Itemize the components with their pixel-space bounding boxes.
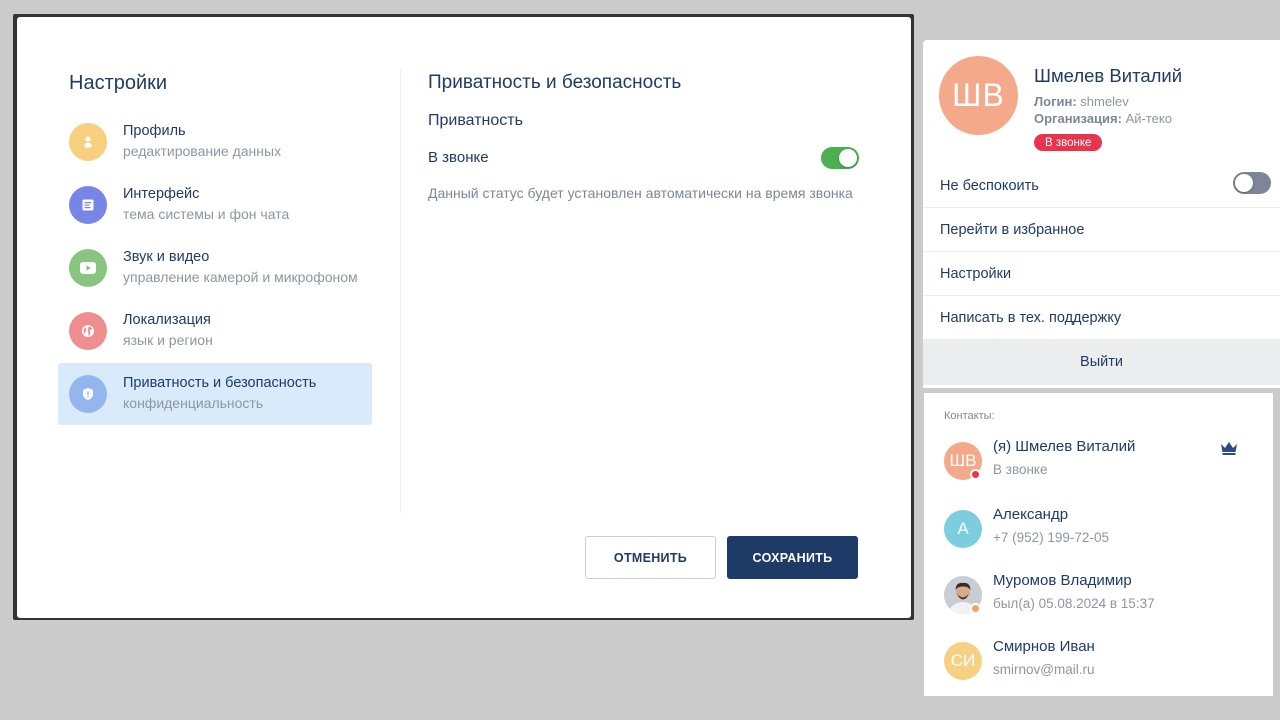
status-dot: [970, 469, 981, 480]
status-dot: [970, 603, 981, 614]
contacts-title: Контакты:: [944, 410, 995, 422]
avatar: ШВ: [939, 56, 1018, 135]
vertical-divider: [400, 69, 401, 513]
menu-item-label: Настройки: [940, 266, 1012, 282]
contacts-panel: Контакты: ШВ (я) Шмелев Виталий В звонке…: [924, 393, 1273, 696]
shield-icon: [69, 375, 107, 413]
toggle-knob: [1235, 174, 1253, 192]
nav-item-title: Интерфейс: [123, 186, 200, 202]
interface-icon: [69, 186, 107, 224]
menu-item-label: Написать в тех. поддержку: [940, 310, 1122, 326]
dialog-title: Настройки: [69, 72, 168, 94]
do-not-disturb-label: Не беспокоить: [940, 178, 1039, 194]
avatar: А: [944, 510, 982, 548]
organization-value: Ай-теко: [1125, 111, 1172, 126]
profile-name: Шмелев Виталий: [1034, 65, 1183, 86]
login-value: shmelev: [1080, 94, 1129, 109]
contact-name: (я) Шмелев Виталий: [993, 438, 1136, 455]
nav-item-interface[interactable]: Интерфейс тема системы и фон чата: [58, 174, 372, 236]
toggle-knob: [839, 149, 857, 167]
contact-item[interactable]: Муромов Владимир был(а) 05.08.2024 в 15:…: [924, 572, 1273, 632]
contact-name: Смирнов Иван: [993, 638, 1095, 655]
contact-phone: +7 (952) 199-72-05: [993, 530, 1109, 545]
nav-item-title: Звук и видео: [123, 249, 210, 265]
save-button[interactable]: СОХРАНИТЬ: [727, 536, 858, 579]
nav-item-subtitle: управление камерой и микрофоном: [123, 269, 358, 285]
contact-item[interactable]: ШВ (я) Шмелев Виталий В звонке: [924, 438, 1273, 498]
login-label: Логин:: [1034, 94, 1077, 109]
nav-item-sound-video[interactable]: Звук и видео управление камерой и микроф…: [58, 237, 372, 299]
in-call-option-label: В звонке: [428, 149, 489, 166]
contact-name: Муромов Владимир: [993, 572, 1132, 589]
section-subtitle: Приватность: [428, 112, 523, 129]
contact-item[interactable]: СИ Смирнов Иван smirnov@mail.ru: [924, 638, 1273, 698]
nav-item-title: Локализация: [123, 312, 211, 328]
nav-item-subtitle: тема системы и фон чата: [123, 206, 290, 222]
avatar: СИ: [944, 642, 982, 680]
menu-item-support[interactable]: Написать в тех. поддержку: [923, 295, 1280, 339]
organization-label: Организация:: [1034, 111, 1122, 126]
in-call-option-description: Данный статус будет установлен автоматич…: [428, 185, 853, 201]
cancel-button[interactable]: ОТМЕНИТЬ: [585, 536, 716, 579]
profile-panel: ШВ Шмелев Виталий Логин: shmelev Организ…: [923, 40, 1280, 388]
nav-item-subtitle: конфиденциальность: [123, 395, 264, 411]
nav-item-title: Профиль: [123, 123, 186, 139]
play-icon: [69, 249, 107, 287]
nav-item-title: Приватность и безопасность: [123, 375, 317, 391]
in-call-toggle[interactable]: [821, 147, 859, 169]
do-not-disturb-row: Не беспокоить: [923, 164, 1280, 208]
profile-organization: Организация: Ай-теко: [1034, 111, 1172, 126]
globe-icon: [69, 312, 107, 350]
nav-item-subtitle: язык и регион: [123, 332, 213, 348]
nav-item-profile[interactable]: Профиль редактирование данных: [58, 111, 372, 173]
contact-item[interactable]: А Александр +7 (952) 199-72-05: [924, 506, 1273, 566]
settings-dialog: Настройки Профиль редактирование данных …: [17, 17, 911, 618]
section-title: Приватность и безопасность: [428, 72, 682, 93]
person-icon: [69, 123, 107, 161]
crown-icon: [1220, 441, 1238, 460]
contact-last-seen: был(а) 05.08.2024 в 15:37: [993, 596, 1155, 611]
status-badge: В звонке: [1034, 134, 1103, 151]
profile-login: Логин: shmelev: [1034, 94, 1129, 109]
menu-item-favorites[interactable]: Перейти в избранное: [923, 207, 1280, 251]
nav-item-subtitle: редактирование данных: [123, 143, 282, 159]
contact-status: В звонке: [993, 462, 1048, 477]
menu-item-settings[interactable]: Настройки: [923, 251, 1280, 295]
menu-item-label: Перейти в избранное: [940, 222, 1085, 238]
contact-email: smirnov@mail.ru: [993, 662, 1095, 677]
contact-name: Александр: [993, 506, 1069, 523]
do-not-disturb-toggle[interactable]: [1233, 172, 1271, 194]
nav-item-localization[interactable]: Локализация язык и регион: [58, 300, 372, 362]
logout-button[interactable]: Выйти: [923, 339, 1280, 385]
nav-item-privacy[interactable]: Приватность и безопасность конфиденциаль…: [58, 363, 372, 425]
